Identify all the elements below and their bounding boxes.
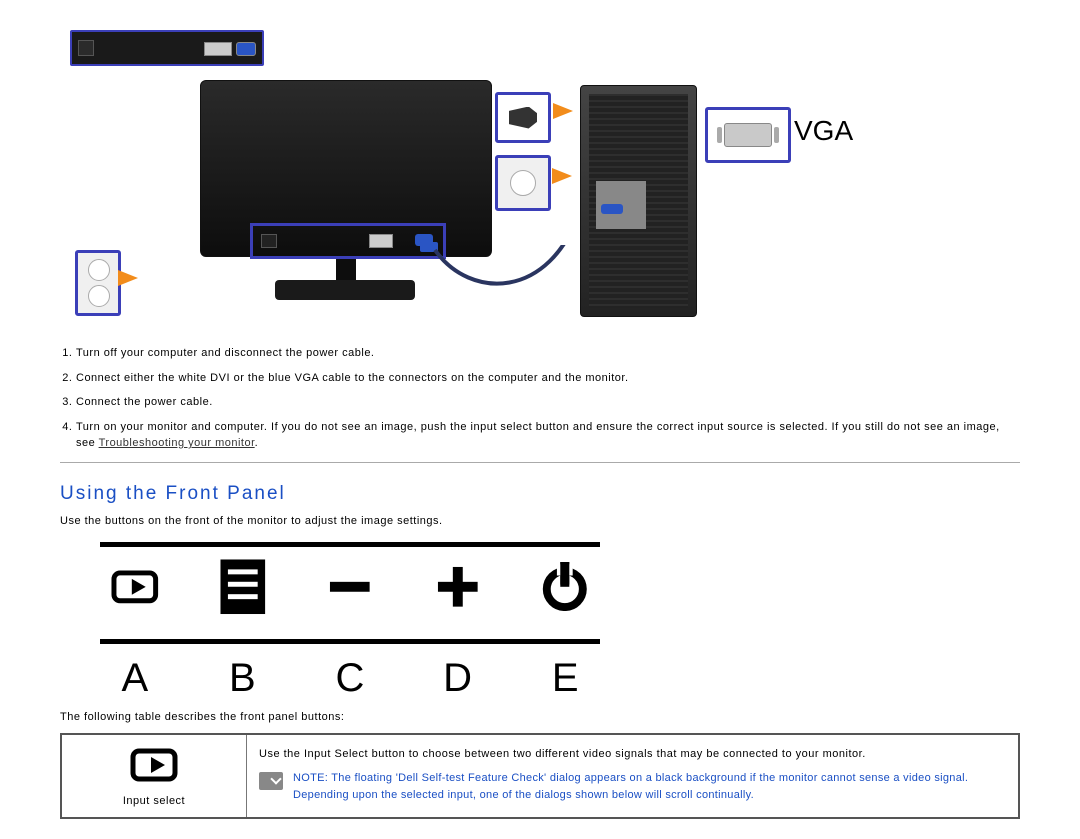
section-heading: Using the Front Panel <box>60 483 1020 505</box>
vga-connector-callout <box>705 107 791 163</box>
step-4: Turn on your monitor and computer. If yo… <box>76 419 1020 452</box>
panel-label-d: D <box>433 656 483 701</box>
power-plug-callout <box>495 92 551 143</box>
input-select-icon <box>129 745 179 785</box>
vga-plug-icon <box>420 242 438 252</box>
outlet-icon <box>510 170 536 196</box>
note-icon <box>259 772 283 790</box>
setup-steps: Turn off your computer and disconnect th… <box>60 345 1020 452</box>
note-text: NOTE: The floating 'Dell Self-test Featu… <box>293 770 1006 803</box>
vga-connector-icon <box>724 123 772 147</box>
input-select-desc: Use the Input Select button to choose be… <box>259 748 1006 760</box>
connection-diagram: VGA <box>60 15 1020 315</box>
panel-label-a: A <box>110 656 160 701</box>
step-2: Connect either the white DVI or the blue… <box>76 370 1020 387</box>
panel-label-c: C <box>325 656 375 701</box>
panel-label-b: B <box>218 656 268 701</box>
pc-tower-icon <box>580 85 697 317</box>
front-panel-table: Input select Use the Input Select button… <box>60 733 1020 819</box>
table-cell-icon: Input select <box>61 734 247 818</box>
section-intro: Use the buttons on the front of the moni… <box>60 515 1020 527</box>
arrow-icon <box>118 270 138 286</box>
table-cell-desc: Use the Input Select button to choose be… <box>247 734 1020 818</box>
monitor-ports-highlight <box>250 223 446 259</box>
step-3: Connect the power cable. <box>76 394 1020 411</box>
troubleshooting-link[interactable]: Troubleshooting your monitor <box>99 437 255 449</box>
power-icon <box>540 561 590 613</box>
power-plug-icon <box>509 107 537 129</box>
table-intro: The following table describes the front … <box>60 711 1020 723</box>
input-select-label: Input select <box>74 795 234 807</box>
monitor-ports-callout <box>70 30 264 66</box>
input-select-icon <box>110 561 160 613</box>
menu-icon <box>218 561 268 613</box>
panel-label-e: E <box>540 656 590 701</box>
vga-label: VGA <box>794 115 853 147</box>
arrow-icon <box>553 103 573 119</box>
minus-icon <box>325 561 375 613</box>
outlet-callout <box>495 155 551 211</box>
wall-outlet-icon <box>75 250 121 316</box>
divider <box>60 462 1020 463</box>
step-1: Turn off your computer and disconnect th… <box>76 345 1020 362</box>
front-panel-figure: A B C D E <box>100 542 600 701</box>
arrow-icon <box>552 168 572 184</box>
plus-icon <box>433 561 483 613</box>
